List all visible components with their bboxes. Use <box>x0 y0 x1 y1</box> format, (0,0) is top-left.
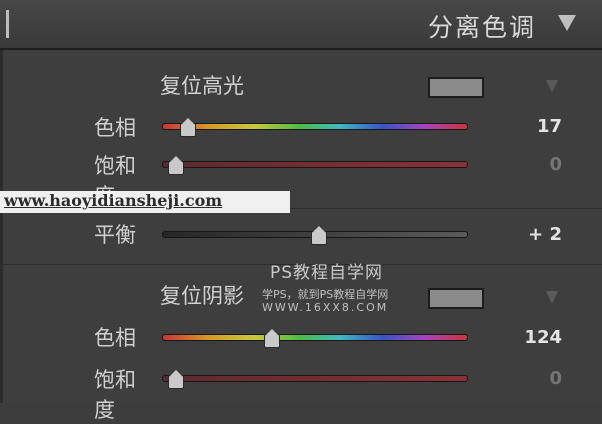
shadows-hue-slider[interactable] <box>162 334 468 341</box>
site-watermark-tagline: 学PS，就到PS教程自学网 <box>262 288 389 301</box>
shadows-saturation-label: 饱和度 <box>94 368 136 422</box>
shadows-saturation-thumb[interactable] <box>168 370 184 389</box>
highlights-saturation-thumb[interactable] <box>168 156 184 175</box>
shadows-saturation-value[interactable]: 0 <box>492 368 562 389</box>
panel-edge <box>0 50 3 403</box>
highlights-menu-icon[interactable] <box>546 80 558 93</box>
highlights-hue-thumb[interactable] <box>180 118 196 137</box>
panel-title: 分离色调 <box>427 13 536 42</box>
panel-collapse-icon[interactable] <box>558 15 576 31</box>
shadows-menu-icon[interactable] <box>546 291 558 304</box>
highlights-hue-label: 色相 <box>94 116 136 140</box>
highlights-saturation-slider[interactable] <box>162 161 468 168</box>
reset-shadows-button[interactable]: 复位阴影 <box>160 280 244 310</box>
shadows-hue-label: 色相 <box>94 326 136 350</box>
shadows-saturation-slider[interactable] <box>162 375 468 382</box>
shadows-hue-thumb[interactable] <box>264 329 280 348</box>
url-watermark: www.haoyidiansheji.com <box>4 191 223 210</box>
highlights-hue-slider[interactable] <box>162 123 468 130</box>
panel-header[interactable]: 分离色调 <box>0 0 602 50</box>
reset-highlights-button[interactable]: 复位高光 <box>160 70 244 100</box>
highlights-color-swatch[interactable] <box>428 77 484 98</box>
site-watermark-title: PS教程自学网 <box>270 263 384 283</box>
balance-value[interactable]: + 2 <box>492 224 562 245</box>
shadows-hue-value[interactable]: 124 <box>492 327 562 348</box>
highlights-hue-value[interactable]: 17 <box>492 116 562 137</box>
balance-thumb[interactable] <box>311 226 327 245</box>
header-edge-divider <box>0 10 9 38</box>
shadows-color-swatch[interactable] <box>428 288 484 309</box>
highlights-saturation-value[interactable]: 0 <box>492 154 562 175</box>
balance-label: 平衡 <box>94 223 136 247</box>
url-watermark-banner: www.haoyidiansheji.com <box>0 191 290 213</box>
site-watermark-url: WWW.16XX8.COM <box>262 301 389 314</box>
split-toning-panel: 复位高光 色相 17 饱和度 0 平衡 + 2 复位阴影 色相 124 饱和度 … <box>0 50 602 422</box>
